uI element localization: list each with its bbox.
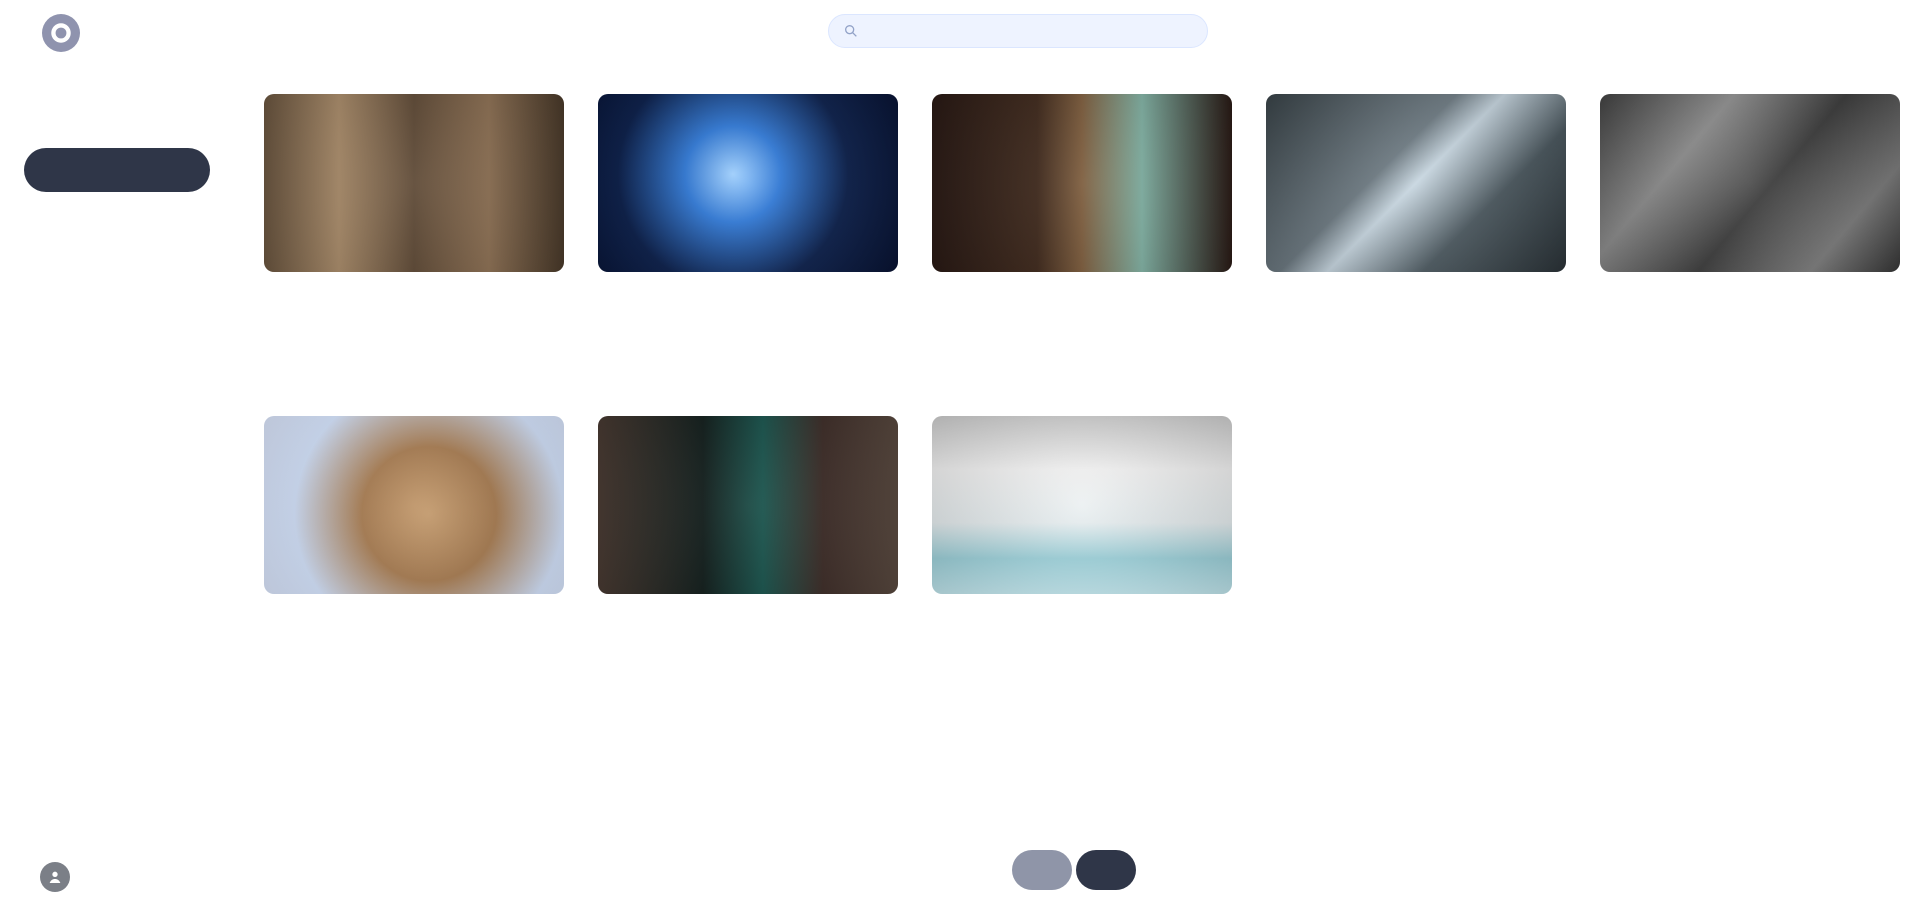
video-thumbnail[interactable] <box>598 416 898 594</box>
app-logo[interactable] <box>42 14 90 52</box>
video-title[interactable] <box>598 324 898 368</box>
sidebar-primary-button[interactable] <box>24 148 210 192</box>
search-bar[interactable] <box>828 14 1208 48</box>
video-card[interactable] <box>264 416 564 708</box>
video-title[interactable] <box>1600 324 1900 368</box>
video-card[interactable] <box>598 94 898 386</box>
video-thumbnail[interactable] <box>264 94 564 272</box>
video-title[interactable] <box>932 646 1232 690</box>
video-card[interactable] <box>598 416 898 708</box>
video-card[interactable] <box>932 94 1232 386</box>
video-card[interactable] <box>1266 94 1566 386</box>
footer-left <box>28 862 70 892</box>
logo-svg-icon <box>51 23 71 43</box>
video-title[interactable] <box>264 324 564 368</box>
video-title[interactable] <box>1266 324 1566 368</box>
previous-page-button[interactable] <box>1012 850 1072 890</box>
sidebar <box>24 100 214 192</box>
pagination <box>1012 850 1136 890</box>
video-card[interactable] <box>1600 94 1900 386</box>
video-card[interactable] <box>932 416 1232 708</box>
video-card[interactable] <box>264 94 564 386</box>
user-svg-icon <box>49 871 61 883</box>
video-thumbnail[interactable] <box>264 416 564 594</box>
video-thumbnail[interactable] <box>932 94 1232 272</box>
next-page-button[interactable] <box>1076 850 1136 890</box>
video-thumbnail[interactable] <box>598 94 898 272</box>
video-thumbnail[interactable] <box>1266 94 1566 272</box>
video-title[interactable] <box>264 646 564 690</box>
search-input[interactable] <box>867 22 1193 40</box>
video-title[interactable] <box>598 646 898 690</box>
video-thumbnail[interactable] <box>1600 94 1900 272</box>
video-title[interactable] <box>932 324 1232 368</box>
logo-icon <box>42 14 80 52</box>
video-thumbnail[interactable] <box>932 416 1232 594</box>
video-grid <box>264 94 1900 708</box>
search-icon <box>845 24 857 37</box>
user-icon[interactable] <box>40 862 70 892</box>
